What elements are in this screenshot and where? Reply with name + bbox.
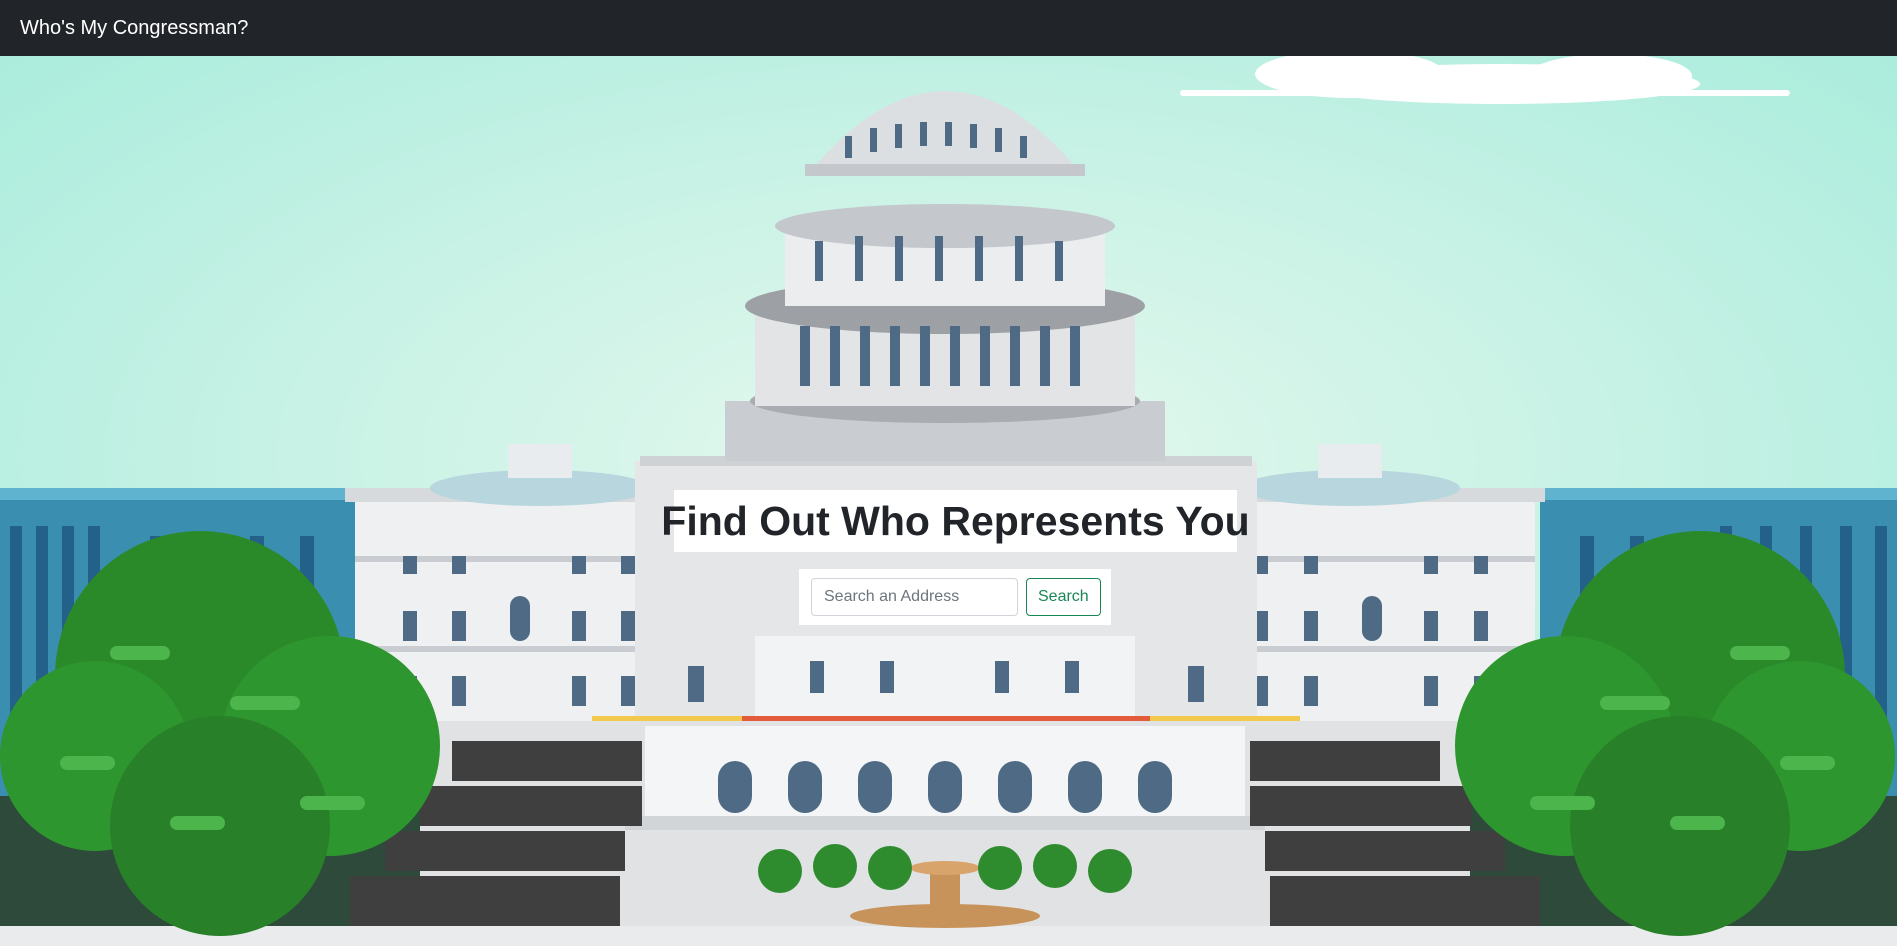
- heading-box: Find Out Who Represents You: [661, 490, 1250, 552]
- address-search-input[interactable]: [811, 578, 1018, 616]
- search-button[interactable]: Search: [1026, 578, 1101, 616]
- page-title: Find Out Who Represents You: [661, 497, 1250, 544]
- hero-section: Find Out Who Represents You Search: [0, 56, 1897, 946]
- search-form: Search: [799, 569, 1111, 625]
- navbar: Who's My Congressman?: [0, 0, 1897, 56]
- brand-link[interactable]: Who's My Congressman?: [20, 17, 248, 40]
